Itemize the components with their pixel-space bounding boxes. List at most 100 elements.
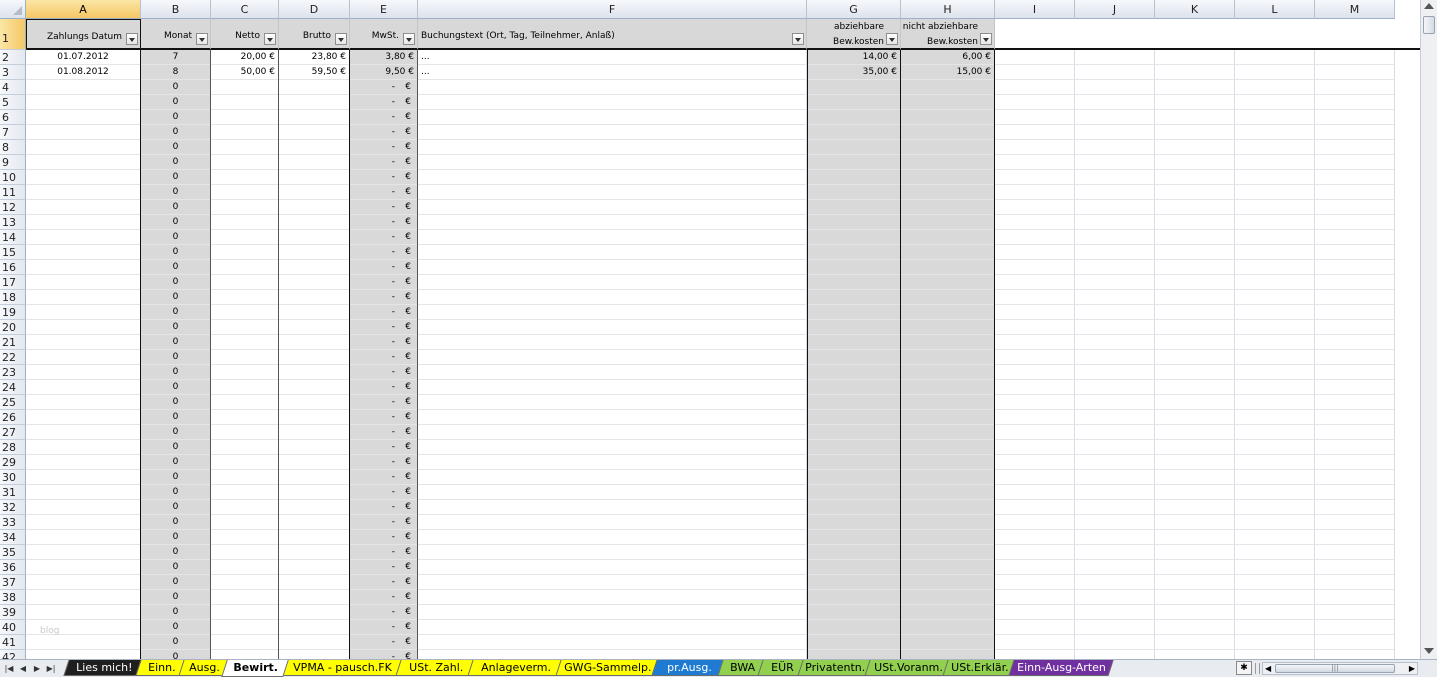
row-header-37[interactable]: 37 [0, 575, 26, 590]
cell-empty[interactable] [995, 590, 1075, 605]
row-header-29[interactable]: 29 [0, 455, 26, 470]
column-header-k[interactable]: K [1155, 0, 1235, 19]
cell-netto[interactable] [211, 620, 279, 635]
scrollbar-thumb[interactable]: ||| [1275, 664, 1395, 673]
cell-empty[interactable] [1075, 515, 1155, 530]
cell-empty[interactable] [1315, 575, 1395, 590]
cell-abziehbare[interactable] [807, 545, 901, 560]
cell-buchungstext[interactable] [418, 245, 807, 260]
cell-monat[interactable]: 0 [141, 110, 211, 125]
row-header-7[interactable]: 7 [0, 125, 26, 140]
cell-monat[interactable]: 0 [141, 530, 211, 545]
cell-monat[interactable]: 0 [141, 575, 211, 590]
row-header-8[interactable]: 8 [0, 140, 26, 155]
prev-sheet-arrow-icon[interactable]: ◀ [18, 663, 28, 675]
cell-empty[interactable] [1315, 170, 1395, 185]
cell-empty[interactable] [1315, 305, 1395, 320]
cell-monat[interactable]: 0 [141, 395, 211, 410]
cell-empty[interactable] [1235, 170, 1315, 185]
cell-empty[interactable] [1315, 530, 1395, 545]
cell-empty[interactable] [1315, 605, 1395, 620]
cell-brutto[interactable] [279, 380, 350, 395]
sheet-tab-11[interactable]: Privatentn. [797, 660, 874, 676]
scroll-down-arrow-icon[interactable] [1424, 648, 1434, 654]
cell-empty[interactable] [995, 140, 1075, 155]
cell-buchungstext[interactable] [418, 260, 807, 275]
cell-abziehbare[interactable] [807, 260, 901, 275]
cell-brutto[interactable] [279, 425, 350, 440]
cell-empty[interactable] [1235, 125, 1315, 140]
cell-empty[interactable] [1075, 605, 1155, 620]
cell-empty[interactable] [1315, 440, 1395, 455]
cell-empty[interactable] [1155, 320, 1235, 335]
cell-empty[interactable] [1235, 140, 1315, 155]
cell-empty[interactable] [1235, 245, 1315, 260]
cell-empty[interactable] [1155, 590, 1235, 605]
cell-netto[interactable] [211, 440, 279, 455]
cell-zahlungs-datum[interactable] [26, 215, 141, 230]
cell-buchungstext[interactable] [418, 110, 807, 125]
cell-buchungstext[interactable] [418, 275, 807, 290]
row-header-19[interactable]: 19 [0, 305, 26, 320]
cell-nicht-abziehbare[interactable] [901, 320, 995, 335]
cell-buchungstext[interactable] [418, 560, 807, 575]
cell-mwst[interactable]: - € [350, 560, 418, 575]
cell-mwst[interactable]: - € [350, 245, 418, 260]
cell-monat[interactable]: 0 [141, 245, 211, 260]
cell-empty[interactable] [1155, 350, 1235, 365]
cell-empty[interactable] [1075, 140, 1155, 155]
cell-empty[interactable] [1315, 275, 1395, 290]
cell-netto[interactable] [211, 395, 279, 410]
cell-monat[interactable]: 0 [141, 605, 211, 620]
cell-monat[interactable]: 0 [141, 380, 211, 395]
cell-empty[interactable] [1155, 380, 1235, 395]
cell-monat[interactable]: 0 [141, 650, 211, 659]
cell-empty[interactable] [1075, 125, 1155, 140]
row-header-39[interactable]: 39 [0, 605, 26, 620]
row-header-22[interactable]: 22 [0, 350, 26, 365]
cell-nicht-abziehbare[interactable] [901, 500, 995, 515]
cell-abziehbare[interactable] [807, 530, 901, 545]
cell-zahlungs-datum[interactable] [26, 590, 141, 605]
cell-buchungstext[interactable] [418, 350, 807, 365]
cell-empty[interactable] [995, 320, 1075, 335]
cell-empty[interactable] [1155, 125, 1235, 140]
cell-empty[interactable] [995, 200, 1075, 215]
cell-empty[interactable] [1155, 365, 1235, 380]
cell-zahlungs-datum[interactable] [26, 635, 141, 650]
cell-brutto[interactable] [279, 470, 350, 485]
cell-mwst[interactable]: - € [350, 605, 418, 620]
cell-empty[interactable] [1155, 605, 1235, 620]
cell-brutto[interactable] [279, 560, 350, 575]
cell-mwst[interactable]: - € [350, 545, 418, 560]
row-header-13[interactable]: 13 [0, 215, 26, 230]
cell-zahlungs-datum[interactable] [26, 230, 141, 245]
row-header-30[interactable]: 30 [0, 470, 26, 485]
cell-brutto[interactable] [279, 335, 350, 350]
cell-empty[interactable] [1315, 560, 1395, 575]
cell-buchungstext[interactable] [418, 155, 807, 170]
cell-netto[interactable] [211, 230, 279, 245]
cell-nicht-abziehbare[interactable] [901, 635, 995, 650]
cell-empty[interactable] [995, 500, 1075, 515]
cell-netto[interactable] [211, 455, 279, 470]
cell-empty[interactable] [995, 50, 1075, 65]
cell-brutto[interactable] [279, 590, 350, 605]
cell-empty[interactable] [1315, 350, 1395, 365]
cell-empty[interactable] [1075, 245, 1155, 260]
cell-nicht-abziehbare[interactable] [901, 485, 995, 500]
cell-zahlungs-datum[interactable] [26, 365, 141, 380]
cell-abziehbare[interactable] [807, 230, 901, 245]
cell-nicht-abziehbare[interactable] [901, 200, 995, 215]
cell-empty[interactable] [1235, 500, 1315, 515]
cell-abziehbare[interactable] [807, 605, 901, 620]
cell-brutto[interactable] [279, 185, 350, 200]
cell-empty[interactable] [995, 95, 1075, 110]
cell-netto[interactable] [211, 155, 279, 170]
cell-netto[interactable] [211, 200, 279, 215]
cell-empty[interactable] [1075, 470, 1155, 485]
cell-empty[interactable] [1155, 170, 1235, 185]
cell-empty[interactable] [1075, 155, 1155, 170]
cell-mwst[interactable]: - € [350, 350, 418, 365]
cell-empty[interactable] [1155, 575, 1235, 590]
